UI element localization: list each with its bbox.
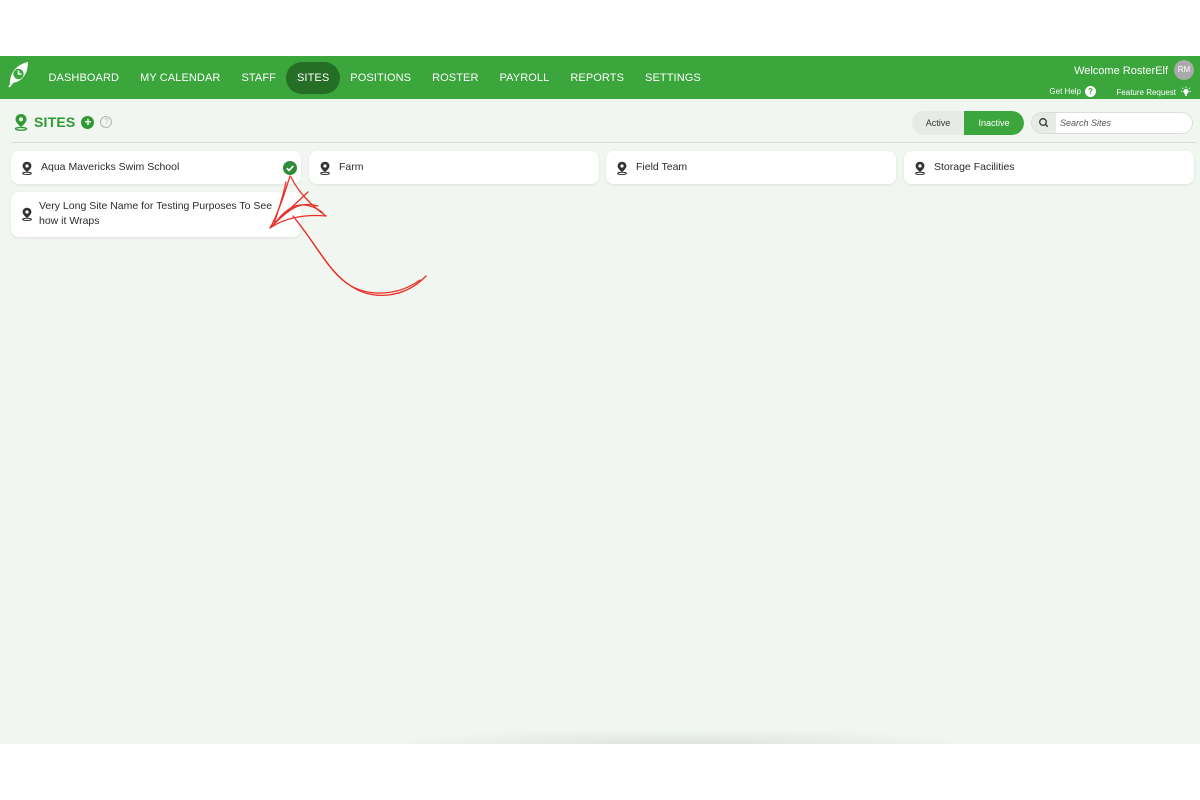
get-help-link[interactable]: Get Help ?: [1049, 86, 1096, 97]
search-icon[interactable]: [1032, 113, 1056, 133]
map-pin-icon: [22, 161, 32, 175]
bottom-shadow: [380, 728, 980, 744]
nav-payroll[interactable]: PAYROLL: [489, 62, 560, 94]
search-box: [1031, 112, 1193, 134]
map-pin-icon: [22, 207, 32, 221]
feature-request-link[interactable]: Feature Request: [1116, 86, 1192, 98]
site-card[interactable]: Farm: [309, 151, 599, 184]
map-pin-icon: [14, 114, 28, 131]
nav-staff[interactable]: STAFF: [231, 62, 287, 94]
check-circle-icon: [283, 161, 297, 175]
leaf-clock-icon[interactable]: [6, 60, 30, 88]
site-name: Farm: [339, 161, 364, 173]
site-card[interactable]: Storage Facilities: [904, 151, 1194, 184]
map-pin-icon: [915, 161, 925, 175]
site-card[interactable]: Aqua Mavericks Swim School: [11, 151, 301, 184]
site-name: Field Team: [636, 161, 688, 173]
nav-roster[interactable]: ROSTER: [422, 62, 489, 94]
title-group: SITES + ?: [14, 113, 113, 131]
site-name: Aqua Mavericks Swim School: [41, 161, 180, 173]
map-pin-icon: [617, 161, 627, 175]
avatar[interactable]: RM: [1174, 60, 1194, 80]
site-card[interactable]: Field Team: [606, 151, 896, 184]
status-toggle: Active Inactive: [912, 111, 1024, 135]
main-nav: DASHBOARD MY CALENDAR STAFF SITES POSITI…: [38, 62, 711, 94]
inactive-filter-button[interactable]: Inactive: [964, 111, 1024, 135]
app-window: DASHBOARD MY CALENDAR STAFF SITES POSITI…: [0, 56, 1200, 744]
search-input[interactable]: [1060, 116, 1188, 130]
get-help-label: Get Help: [1049, 87, 1081, 96]
nav-positions[interactable]: POSITIONS: [340, 62, 422, 94]
feature-request-label: Feature Request: [1116, 87, 1176, 97]
welcome-text: Welcome RosterElf: [1074, 65, 1168, 77]
nav-my-calendar[interactable]: MY CALENDAR: [130, 62, 231, 94]
info-icon[interactable]: ?: [100, 116, 113, 128]
top-nav-bar: DASHBOARD MY CALENDAR STAFF SITES POSITI…: [0, 56, 1200, 99]
nav-settings[interactable]: SETTINGS: [635, 62, 712, 94]
nav-dashboard[interactable]: DASHBOARD: [38, 62, 130, 94]
site-card[interactable]: Very Long Site Name for Testing Purposes…: [11, 192, 301, 237]
header-divider: [12, 142, 1196, 143]
map-pin-icon: [320, 161, 330, 175]
nav-sites[interactable]: SITES: [286, 62, 340, 94]
site-name: Very Long Site Name for Testing Purposes…: [39, 200, 273, 227]
plus-circle-icon[interactable]: +: [81, 115, 95, 129]
active-filter-button[interactable]: Active: [912, 111, 964, 135]
lightbulb-icon: [1181, 86, 1191, 96]
site-name: Storage Facilities: [934, 161, 1015, 173]
page-title: SITES: [34, 114, 76, 130]
question-icon: ?: [1085, 86, 1096, 97]
nav-reports[interactable]: REPORTS: [560, 62, 635, 94]
